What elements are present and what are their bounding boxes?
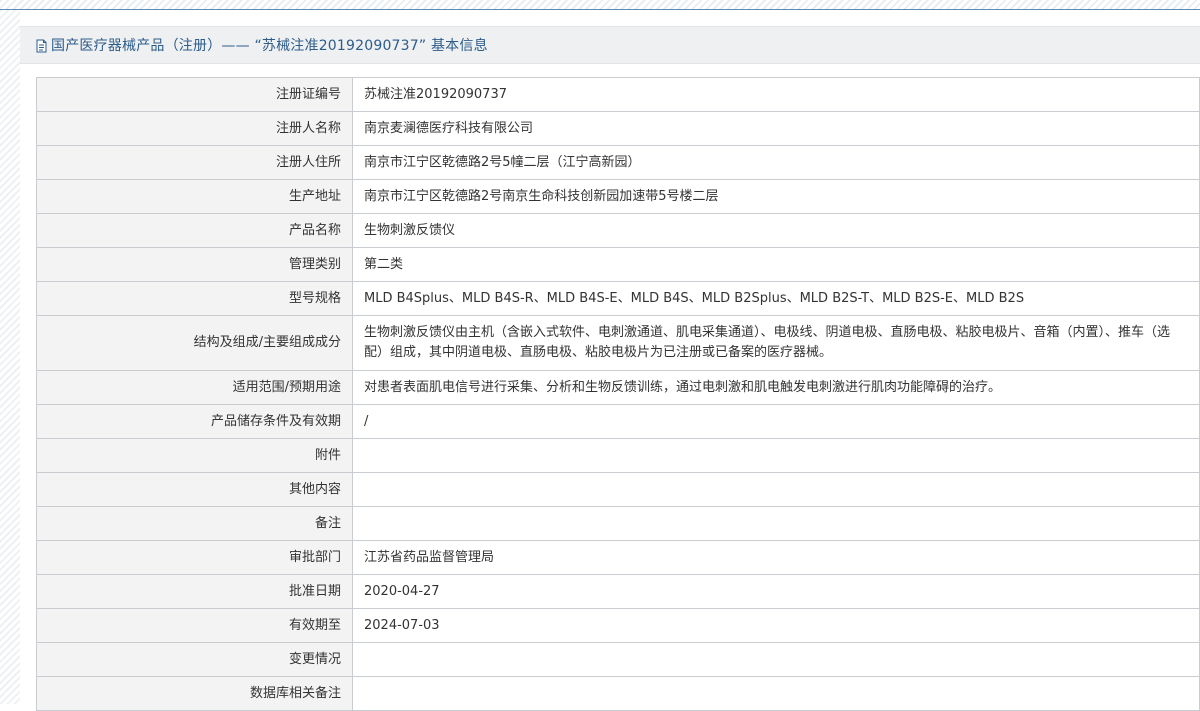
table-row: 管理类别 第二类 — [36, 247, 1200, 282]
row-value: 江苏省药品监督管理局 — [352, 540, 1200, 575]
row-label: 管理类别 — [36, 247, 353, 282]
table-row: 数据库相关备注 — [36, 676, 1200, 711]
table-row: 备注 — [36, 506, 1200, 541]
table-row: 变更情况 — [36, 642, 1200, 677]
row-value: 2024-07-03 — [352, 608, 1200, 643]
row-value: 2020-04-27 — [352, 574, 1200, 609]
row-value: 苏械注准20192090737 — [352, 77, 1200, 112]
row-value: 南京市江宁区乾德路2号5幢二层（江宁高新园） — [352, 145, 1200, 180]
row-value: 第二类 — [352, 247, 1200, 282]
row-label: 结构及组成/主要组成成分 — [36, 315, 353, 371]
document-icon — [35, 38, 48, 53]
table-row: 适用范围/预期用途 对患者表面肌电信号进行采集、分析和生物反馈训练，通过电刺激和肌… — [36, 370, 1200, 405]
row-value: 南京市江宁区乾德路2号南京生命科技创新园加速带5号楼二层 — [352, 179, 1200, 214]
row-value — [352, 506, 1200, 541]
row-label: 有效期至 — [36, 608, 353, 643]
row-label: 注册人住所 — [36, 145, 353, 180]
row-label: 审批部门 — [36, 540, 353, 575]
row-value: 生物刺激反馈仪 — [352, 213, 1200, 248]
row-label: 适用范围/预期用途 — [36, 370, 353, 405]
table-row: 生产地址 南京市江宁区乾德路2号南京生命科技创新园加速带5号楼二层 — [36, 179, 1200, 214]
page-title: 国产医疗器械产品（注册）—— “苏械注准20192090737” 基本信息 — [51, 38, 488, 54]
row-value: MLD B4Splus、MLD B4S-R、MLD B4S-E、MLD B4S、… — [352, 281, 1200, 316]
table-row: 批准日期 2020-04-27 — [36, 574, 1200, 609]
row-value: 南京麦澜德医疗科技有限公司 — [352, 111, 1200, 146]
row-label: 生产地址 — [36, 179, 353, 214]
row-value: 对患者表面肌电信号进行采集、分析和生物反馈训练，通过电刺激和肌电触发电刺激进行肌… — [352, 370, 1200, 405]
row-value: / — [352, 404, 1200, 439]
table-row: 注册证编号 苏械注准20192090737 — [36, 77, 1200, 112]
table-row: 产品名称 生物刺激反馈仪 — [36, 213, 1200, 248]
table-row: 型号规格 MLD B4Splus、MLD B4S-R、MLD B4S-E、MLD … — [36, 281, 1200, 316]
table-row: 结构及组成/主要组成成分 生物刺激反馈仪由主机（含嵌入式软件、电刺激通道、肌电采集… — [36, 315, 1200, 371]
row-label: 数据库相关备注 — [36, 676, 353, 711]
info-table-container: 注册证编号 苏械注准20192090737 注册人名称 南京麦澜德医疗科技有限公司 注册… — [36, 77, 1200, 711]
table-row: 有效期至 2024-07-03 — [36, 608, 1200, 643]
table-row: 审批部门 江苏省药品监督管理局 — [36, 540, 1200, 575]
row-label: 型号规格 — [36, 281, 353, 316]
row-label: 批准日期 — [36, 574, 353, 609]
row-label: 产品名称 — [36, 213, 353, 248]
table-row: 其他内容 — [36, 472, 1200, 507]
row-label: 备注 — [36, 506, 353, 541]
table-row: 产品储存条件及有效期 / — [36, 404, 1200, 439]
row-label: 注册证编号 — [36, 77, 353, 112]
row-value — [352, 472, 1200, 507]
info-table-body: 注册证编号 苏械注准20192090737 注册人名称 南京麦澜德医疗科技有限公司 注册… — [36, 77, 1200, 711]
row-label: 变更情况 — [36, 642, 353, 677]
row-label: 其他内容 — [36, 472, 353, 507]
row-label: 附件 — [36, 438, 353, 473]
row-value — [352, 676, 1200, 711]
table-row: 附件 — [36, 438, 1200, 473]
page-header: 国产医疗器械产品（注册）—— “苏械注准20192090737” 基本信息 — [20, 26, 1200, 64]
row-value: 生物刺激反馈仪由主机（含嵌入式软件、电刺激通道、肌电采集通道）、电极线、阴道电极… — [352, 315, 1200, 371]
row-value — [352, 642, 1200, 677]
row-label: 注册人名称 — [36, 111, 353, 146]
top-decorative-stripe — [0, 0, 1200, 9]
info-table: 注册证编号 苏械注准20192090737 注册人名称 南京麦澜德医疗科技有限公司 注册… — [36, 77, 1200, 711]
table-row: 注册人名称 南京麦澜德医疗科技有限公司 — [36, 111, 1200, 146]
row-value — [352, 438, 1200, 473]
top-divider-line — [0, 9, 1200, 10]
left-decorative-stripe — [0, 10, 20, 704]
table-row: 注册人住所 南京市江宁区乾德路2号5幢二层（江宁高新园） — [36, 145, 1200, 180]
row-label: 产品储存条件及有效期 — [36, 404, 353, 439]
